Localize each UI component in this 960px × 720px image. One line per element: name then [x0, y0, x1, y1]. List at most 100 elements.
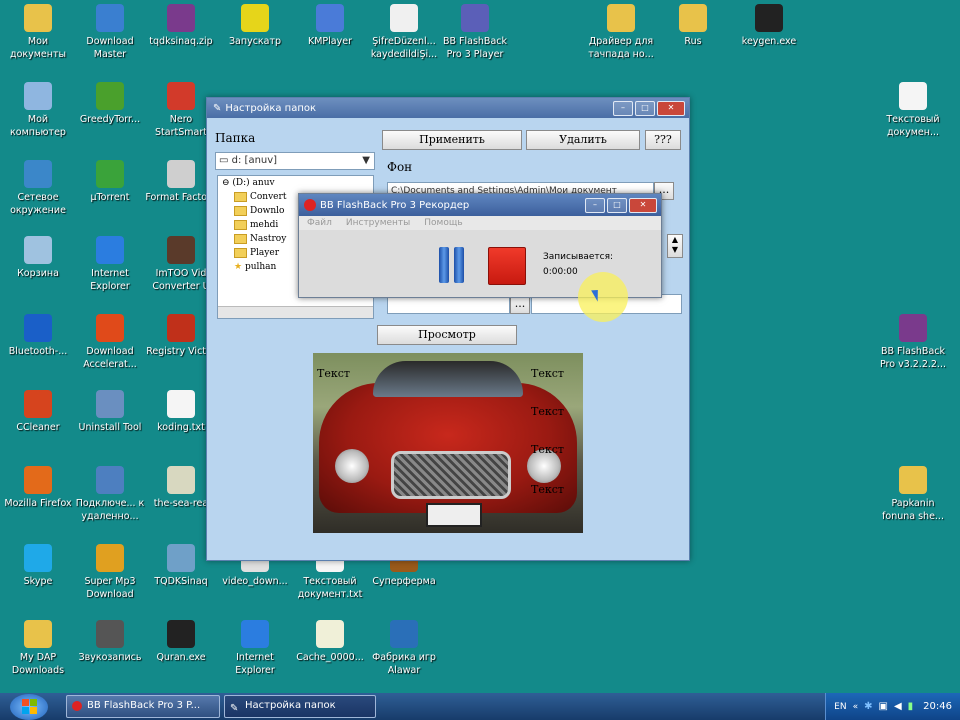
desktop-icon[interactable]: Download Master: [72, 4, 148, 61]
tray-clock[interactable]: 20:46: [923, 701, 952, 712]
desktop-icon[interactable]: Мои документы: [0, 4, 76, 61]
recorder-menu-bar: Файл Инструменты Помощь: [299, 216, 661, 230]
desktop-icon-label: Cache_0000...: [296, 652, 364, 663]
language-indicator[interactable]: EN: [834, 702, 846, 712]
recorder-title: BB FlashBack Pro 3 Рекордер: [320, 199, 470, 211]
cache-file-icon: [316, 620, 344, 648]
desktop-icon[interactable]: Bluetooth-...: [0, 314, 76, 358]
desktop-icon-label: Mozilla Firefox: [4, 498, 72, 509]
tree-item-label: (D:) anuv: [232, 178, 275, 188]
apply-button[interactable]: Применить: [382, 130, 522, 150]
help-button[interactable]: ???: [645, 130, 681, 150]
desktop-icon[interactable]: Super Mp3 Download: [72, 544, 148, 601]
folder-label: Папка: [215, 131, 256, 145]
desktop-icon[interactable]: KMPlayer: [292, 4, 368, 48]
maximize-button[interactable]: □: [635, 100, 655, 116]
drive-icon: ▭: [219, 155, 232, 166]
tree-item[interactable]: ⊖ (D:) anuv: [218, 176, 373, 190]
browse-text-button[interactable]: ...: [510, 296, 530, 314]
desktop-icon[interactable]: Текстовый докумен...: [875, 82, 951, 139]
volume-tray-icon[interactable]: ◀: [894, 701, 902, 712]
preview-image: Текст Текст Текст Текст Текст: [313, 353, 583, 533]
pause-button[interactable]: [435, 247, 467, 283]
stop-button[interactable]: [488, 247, 526, 285]
tray-arrow-icon[interactable]: «: [853, 702, 859, 712]
recorder-maximize-button[interactable]: □: [607, 197, 627, 213]
winrar-icon: [899, 314, 927, 342]
desktop-icon[interactable]: My DAP Downloads: [0, 620, 76, 677]
folder-icon: [234, 247, 247, 258]
tree-item-label: Nastroy: [250, 234, 287, 244]
menu-tools[interactable]: Инструменты: [346, 216, 410, 230]
recorder-minimize-button[interactable]: –: [585, 197, 605, 213]
desktop-icon[interactable]: µTorrent: [72, 160, 148, 204]
desktop-icon[interactable]: Мой компьютер: [0, 82, 76, 139]
tree-horizontal-scrollbar[interactable]: [218, 306, 373, 318]
desktop-icon[interactable]: Звукозапись: [72, 620, 148, 664]
greedytorrent-icon: [96, 82, 124, 110]
drive-select[interactable]: ▭ d: [anuv] ▼: [215, 152, 375, 170]
image-file-icon: [167, 466, 195, 494]
spinner-button[interactable]: ▲ ▼: [667, 234, 683, 258]
bluetooth-icon: [24, 314, 52, 342]
desktop-icon[interactable]: tqdksinaq.zip: [143, 4, 219, 48]
skype-icon: [24, 544, 52, 572]
desktop-icon[interactable]: ŞifreDüzenl... kaydedildiŞi...: [366, 4, 442, 61]
desktop-icon[interactable]: Quran.exe: [143, 620, 219, 664]
desktop-icon[interactable]: Internet Explorer: [72, 236, 148, 293]
start-button[interactable]: [10, 693, 48, 720]
desktop-icon-label: Драйвер для тачпада но...: [588, 36, 654, 60]
desktop-icon[interactable]: Фабрика игр Alawar: [366, 620, 442, 677]
desktop-icon[interactable]: Запускатр: [217, 4, 293, 48]
desktop-icon-label: ŞifreDüzenl... kaydedildiŞi...: [370, 36, 438, 60]
puzzle-icon: [241, 4, 269, 32]
desktop-icon[interactable]: Download Accelerat...: [72, 314, 148, 371]
desktop-icon[interactable]: keygen.exe: [731, 4, 807, 48]
desktop-icon[interactable]: GreedyTorr...: [72, 82, 148, 126]
desktop-icon[interactable]: Rus: [655, 4, 731, 48]
desktop-icon[interactable]: BB FlashBack Pro 3 Player: [437, 4, 513, 61]
delete-button[interactable]: Удалить: [526, 130, 640, 150]
imtoo-icon: [167, 236, 195, 264]
menu-file[interactable]: Файл: [307, 216, 332, 230]
desktop-icon[interactable]: Сетевое окружение: [0, 160, 76, 217]
taskbar-item-label: BB FlashBack Pro 3 P...: [87, 700, 201, 711]
desktop-icon[interactable]: Skype: [0, 544, 76, 588]
desktop-icon[interactable]: Корзина: [0, 236, 76, 280]
bluetooth-tray-icon[interactable]: ✱: [864, 701, 872, 712]
desktop-icon-label: Подключе... к удаленно...: [75, 498, 145, 522]
preview-button[interactable]: Просмотр: [377, 325, 517, 345]
remote-desktop-icon: [96, 466, 124, 494]
battery-tray-icon[interactable]: ▮: [908, 701, 914, 712]
preview-text-2: Текст: [531, 367, 564, 380]
menu-help[interactable]: Помощь: [424, 216, 462, 230]
close-button[interactable]: ✕: [657, 100, 685, 116]
recorder-titlebar[interactable]: BB FlashBack Pro 3 Рекордер – □ ✕: [299, 194, 661, 216]
desktop-icon[interactable]: Драйвер для тачпада но...: [583, 4, 659, 61]
folder-window-titlebar[interactable]: ✎ Настройка папок – □ ✕: [207, 98, 689, 118]
desktop-icon[interactable]: Papkanin fonuna she...: [875, 466, 951, 523]
desktop-icon[interactable]: Mozilla Firefox: [0, 466, 76, 510]
quran-icon: [167, 620, 195, 648]
text-field[interactable]: [387, 296, 510, 314]
desktop-icon[interactable]: Internet Explorer: [217, 620, 293, 677]
desktop-icon[interactable]: CCleaner: [0, 390, 76, 434]
desktop-icon[interactable]: Cache_0000...: [292, 620, 368, 664]
desktop-icon-label: Текстовый документ.txt: [297, 576, 363, 600]
network-tray-icon[interactable]: ▣: [879, 701, 888, 712]
bb-player-icon: [461, 4, 489, 32]
desktop-icon-label: BB FlashBack Pro 3 Player: [442, 36, 507, 60]
kmplayer-icon: [316, 4, 344, 32]
recorder-close-button[interactable]: ✕: [629, 197, 657, 213]
desktop-icon[interactable]: Подключе... к удаленно...: [72, 466, 148, 523]
desktop-icon-label: µTorrent: [90, 192, 130, 203]
taskbar-item-bb-flashback[interactable]: BB FlashBack Pro 3 P...: [66, 695, 220, 718]
desktop-icon[interactable]: BB FlashBack Pro v3.2.2.2...: [875, 314, 951, 371]
desktop-icon[interactable]: Uninstall Tool: [72, 390, 148, 434]
desktop-icon-label: Сетевое окружение: [10, 192, 66, 216]
download-master-icon: [96, 4, 124, 32]
minimize-button[interactable]: –: [613, 100, 633, 116]
pause-icon: [438, 247, 464, 283]
computer-icon: [24, 82, 52, 110]
taskbar-item-folder-settings[interactable]: ✎ Настройка папок: [224, 695, 376, 718]
